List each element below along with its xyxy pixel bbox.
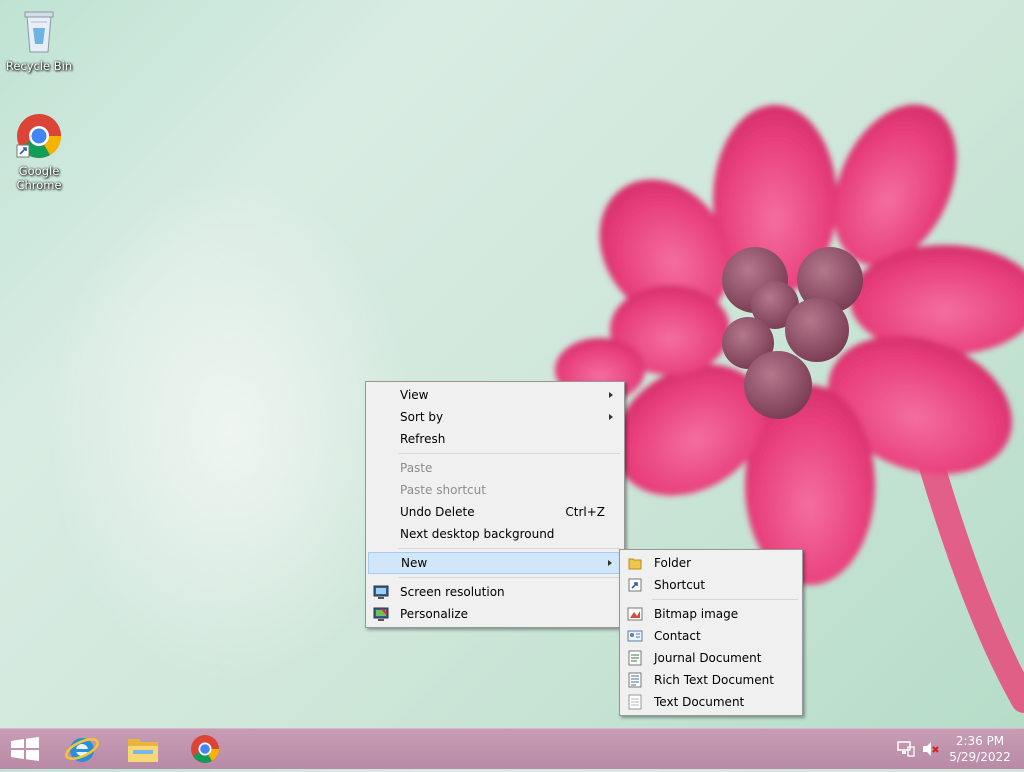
taskbar: 2:36 PM 5/29/2022 <box>0 728 1024 769</box>
submenu-item-journal-document[interactable]: Journal Document <box>622 647 800 669</box>
internet-explorer-icon <box>65 738 99 762</box>
volume-muted-icon[interactable] <box>922 741 940 757</box>
chrome-icon <box>191 735 219 763</box>
menu-item-label: Journal Document <box>654 651 762 665</box>
menu-separator <box>398 548 620 549</box>
menu-item-label: Refresh <box>400 432 446 446</box>
desktop-icon-label: Recycle Bin <box>5 59 73 73</box>
menu-item-label: Personalize <box>400 607 469 621</box>
contact-icon <box>627 630 643 642</box>
start-button[interactable] <box>0 729 56 769</box>
submenu-item-contact[interactable]: Contact <box>622 625 800 647</box>
submenu-item-rich-text-document[interactable]: Rich Text Document <box>622 669 800 691</box>
menu-item-label: Text Document <box>654 695 745 709</box>
desktop-icon-label: Google Chrome <box>16 164 62 192</box>
clock-date[interactable]: 5/29/2022 <box>945 750 1015 764</box>
desktop-icon-google-chrome[interactable]: Google Chrome <box>1 113 77 192</box>
recycle-bin-icon <box>24 11 54 53</box>
submenu-item-bitmap-image[interactable]: Bitmap image <box>622 603 800 625</box>
menu-item-refresh[interactable]: Refresh <box>368 428 622 450</box>
rich-text-icon <box>628 672 642 688</box>
menu-item-label: Undo Delete <box>400 505 475 519</box>
journal-icon <box>628 650 642 666</box>
personalize-icon <box>373 607 389 621</box>
submenu-item-folder[interactable]: Folder <box>622 552 800 574</box>
menu-item-personalize[interactable]: Personalize <box>368 603 622 625</box>
clock-time[interactable]: 2:36 PM <box>945 734 1015 748</box>
screen-resolution-icon <box>373 585 389 599</box>
flower-stem <box>917 447 1024 713</box>
bitmap-icon <box>627 607 643 621</box>
submenu-arrow-icon <box>608 560 612 566</box>
file-explorer-icon <box>128 739 158 762</box>
menu-item-paste: Paste <box>368 457 622 479</box>
menu-separator <box>652 599 798 600</box>
start-icon <box>11 737 39 761</box>
menu-item-screen-resolution[interactable]: Screen resolution <box>368 581 622 603</box>
menu-item-next-desktop-background[interactable]: Next desktop background <box>368 523 622 545</box>
shortcut-icon <box>628 578 642 592</box>
menu-separator <box>398 453 620 454</box>
desktop-icon-recycle-bin[interactable]: Recycle Bin <box>1 8 77 73</box>
menu-item-label: Bitmap image <box>654 607 739 621</box>
menu-item-sort-by[interactable]: Sort by <box>368 406 622 428</box>
taskbar-chrome[interactable] <box>177 729 233 769</box>
menu-item-label: Shortcut <box>654 578 706 592</box>
submenu-arrow-icon <box>609 414 613 420</box>
menu-item-label: Sort by <box>400 410 444 424</box>
desktop-context-menu: View Sort by Refresh Paste Paste shortcu… <box>365 381 625 628</box>
text-document-icon <box>628 694 642 710</box>
menu-item-label: Screen resolution <box>400 585 505 599</box>
submenu-arrow-icon <box>609 392 613 398</box>
menu-separator <box>398 577 620 578</box>
menu-item-view[interactable]: View <box>368 384 622 406</box>
network-icon[interactable] <box>897 741 915 757</box>
menu-item-undo-delete[interactable]: Undo Delete Ctrl+Z <box>368 501 622 523</box>
submenu-item-text-document[interactable]: Text Document <box>622 691 800 713</box>
menu-item-label: Contact <box>654 629 701 643</box>
chrome-icon <box>16 114 61 158</box>
submenu-item-shortcut[interactable]: Shortcut <box>622 574 800 596</box>
menu-item-label: Next desktop background <box>400 527 555 541</box>
menu-item-label: Paste shortcut <box>400 483 486 497</box>
menu-item-label: Folder <box>654 556 692 570</box>
menu-item-label: Rich Text Document <box>654 673 774 687</box>
menu-item-label: Paste <box>400 461 433 475</box>
folder-icon <box>628 558 642 570</box>
menu-item-shortcut: Ctrl+Z <box>565 505 605 519</box>
new-submenu: Folder Shortcut Bitmap image Contact Jou… <box>619 549 803 716</box>
menu-item-paste-shortcut: Paste shortcut <box>368 479 622 501</box>
menu-item-label: View <box>400 388 429 402</box>
taskbar-internet-explorer[interactable] <box>54 729 110 769</box>
menu-item-new[interactable]: New <box>368 552 622 574</box>
menu-item-label: New <box>401 556 428 570</box>
taskbar-file-explorer[interactable] <box>115 729 171 769</box>
